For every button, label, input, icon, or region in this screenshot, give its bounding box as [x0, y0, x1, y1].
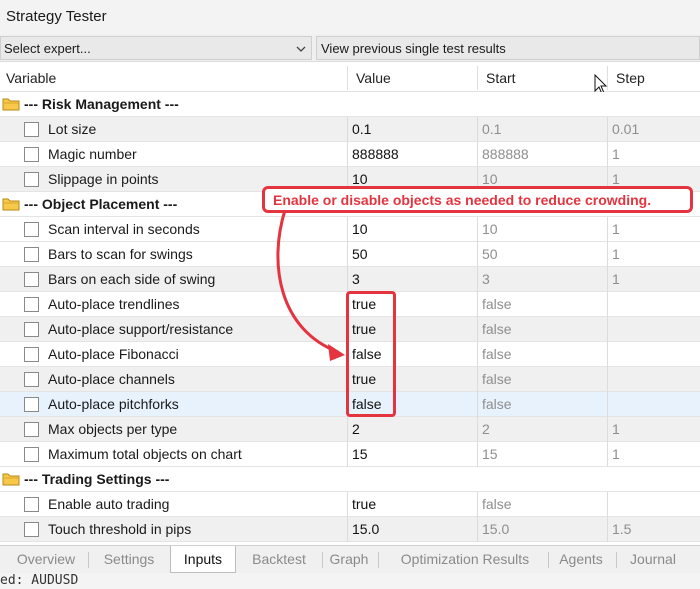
highlight-box: [346, 291, 396, 417]
annotation-text: Enable or disable objects as needed to r…: [273, 192, 652, 208]
annotation-callout: Enable or disable objects as needed to r…: [262, 186, 693, 213]
